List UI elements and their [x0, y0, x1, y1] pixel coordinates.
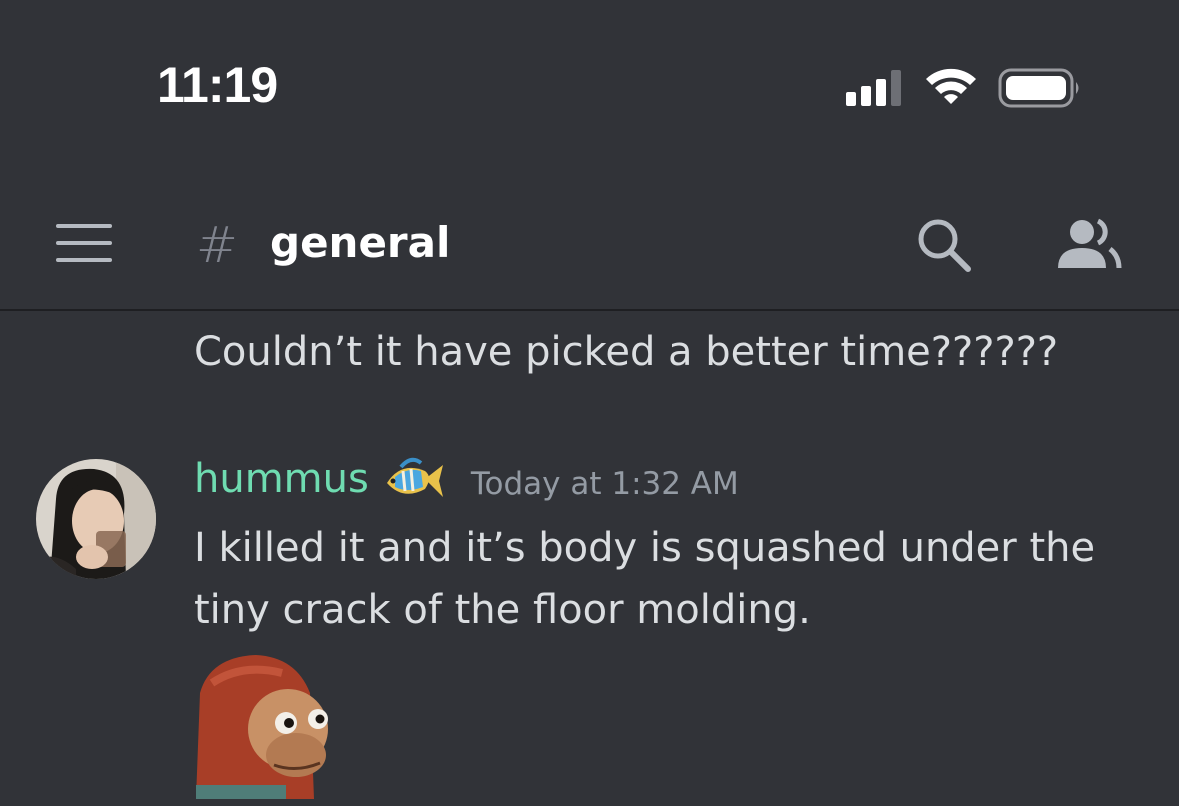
message-text: I killed it and it’s body is squashed un… — [194, 525, 1096, 633]
message-header: hummus Today at 1:32 AM — [194, 451, 739, 507]
previous-message-text: Couldn’t it have picked a better time???… — [194, 329, 1059, 375]
user-avatar[interactable] — [36, 459, 156, 579]
message-list: Couldn’t it have picked a better time???… — [0, 311, 1179, 806]
tropical-fish-icon — [386, 457, 443, 497]
channel-hash-icon: # — [196, 216, 238, 274]
username[interactable]: hummus — [194, 456, 369, 502]
status-bar: 11:19 — [0, 0, 1179, 180]
cellular-signal-icon — [846, 70, 901, 106]
channel-header: # general — [0, 180, 1179, 311]
hamburger-menu-icon[interactable] — [56, 224, 112, 264]
channel-name[interactable]: general — [270, 218, 450, 267]
puppet-monkey-sticker[interactable] — [192, 653, 332, 799]
wifi-icon — [926, 68, 976, 104]
status-time: 11:19 — [157, 57, 278, 113]
members-icon[interactable] — [1056, 218, 1122, 270]
battery-icon — [998, 68, 1079, 108]
search-icon[interactable] — [915, 216, 973, 274]
message-timestamp: Today at 1:32 AM — [470, 466, 739, 502]
